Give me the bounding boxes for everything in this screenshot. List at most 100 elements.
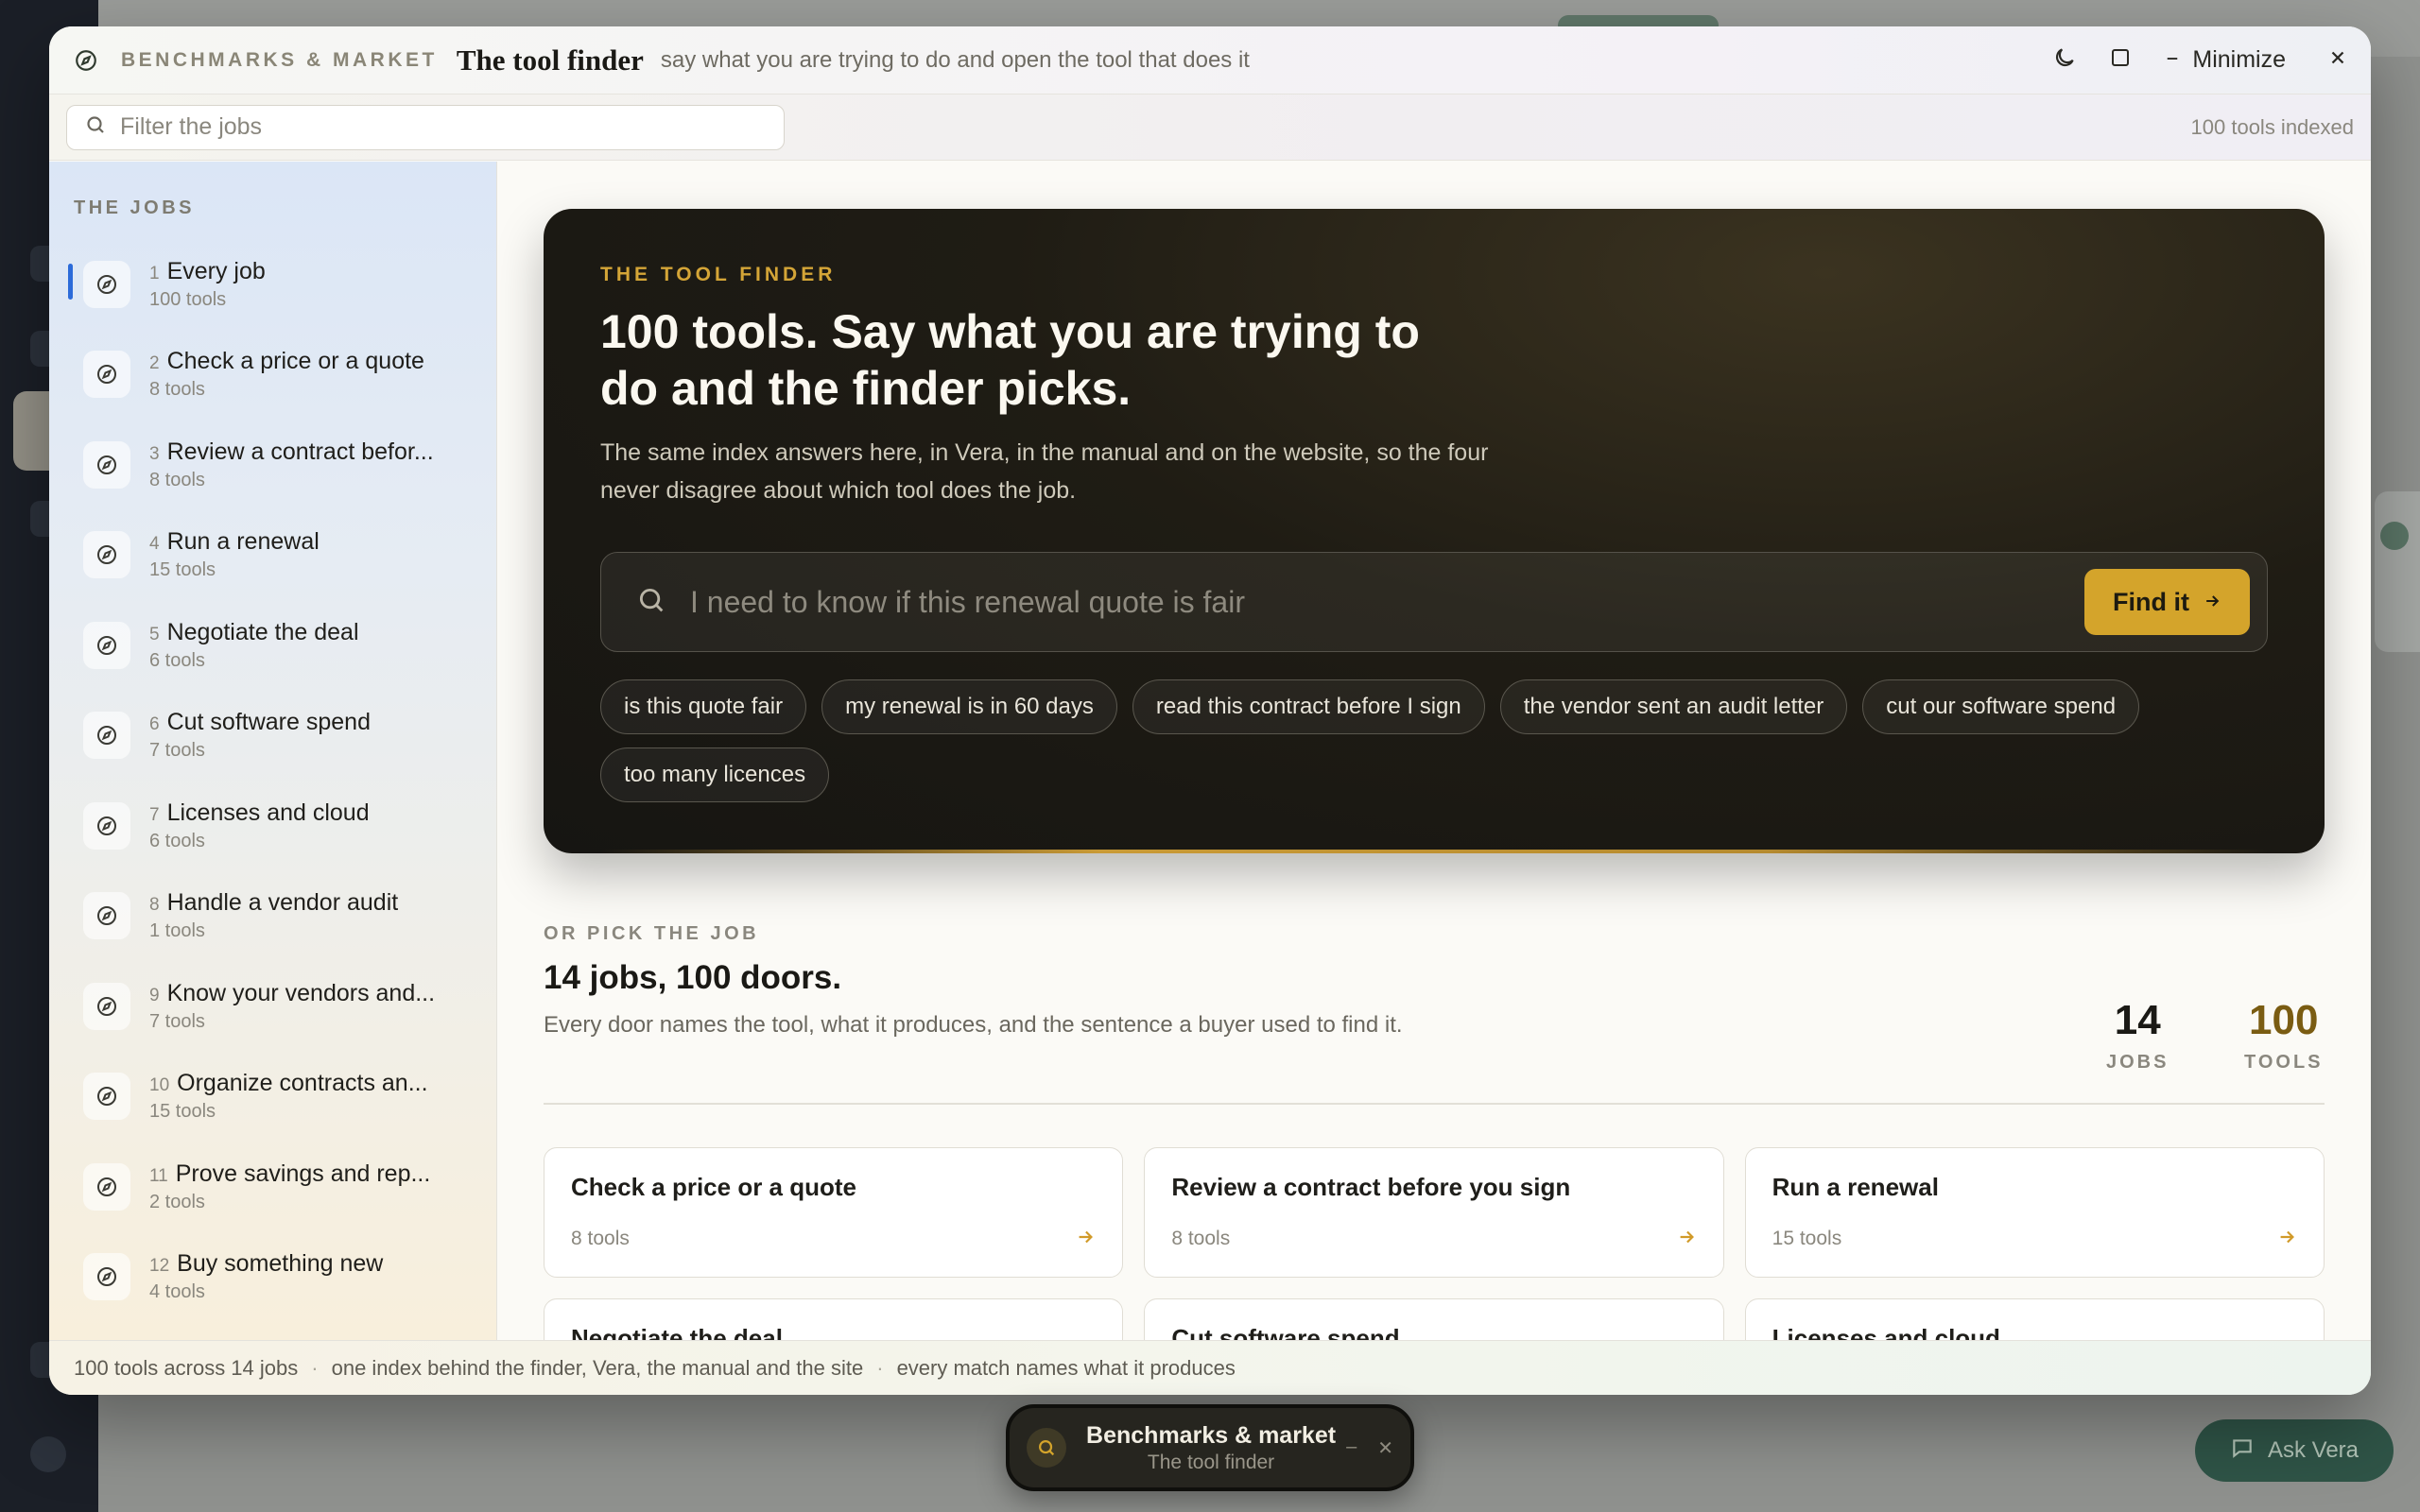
job-card-title: Check a price or a quote [571, 1173, 856, 1201]
footer-index-note: one index behind the finder, Vera, the m… [331, 1355, 864, 1380]
minimized-window-dock[interactable]: Benchmarks & market The tool finder – ✕ [1006, 1404, 1414, 1491]
sidebar-item-job[interactable]: 6 Cut software spend 7 tools [49, 691, 496, 782]
job-card[interactable]: Negotiate the deal [544, 1298, 1124, 1340]
minimize-icon[interactable]: – [1346, 1436, 1357, 1460]
sidebar-item-number: 4 [149, 534, 160, 555]
filter-jobs-input[interactable] [120, 113, 767, 141]
pick-kicker: OR PICK THE JOB [544, 923, 760, 944]
window-controls: Minimize [2052, 45, 2348, 75]
sidebar-item-count: 6 tools [149, 830, 205, 851]
sidebar-item-job[interactable]: 1 Every job 100 tools [49, 239, 496, 330]
job-card-title: Review a contract before you sign [1171, 1173, 1571, 1201]
filter-jobs-field[interactable] [66, 104, 785, 150]
dark-mode-toggle-icon[interactable] [2052, 45, 2077, 75]
sidebar-item-line: 7 Licenses and cloud [149, 799, 370, 827]
compass-icon [83, 892, 130, 940]
arrow-right-icon [1676, 1227, 1697, 1252]
compass-icon [83, 1162, 130, 1211]
ask-vera-button[interactable]: Ask Vera [2195, 1419, 2394, 1482]
sidebar-item-count: 7 tools [149, 740, 205, 762]
background-avatar [30, 1436, 66, 1472]
suggestion-chip[interactable]: cut our software spend [1862, 679, 2140, 734]
compass-icon [83, 621, 130, 669]
sidebar-item-label: Negotiate the deal [166, 618, 359, 645]
search-icon [84, 113, 107, 141]
tools-indexed-count: 100 tools indexed [2190, 114, 2354, 139]
sidebar-item-count: 100 tools [149, 288, 227, 310]
jobs-sidebar: THE JOBS 1 Every job 100 tools 2 Check a pri… [49, 162, 497, 1340]
compass-icon [83, 1073, 130, 1121]
sidebar-item-line: 1 Every job [149, 258, 266, 285]
compass-icon [83, 982, 130, 1030]
job-card-count: 8 tools [571, 1228, 630, 1249]
sidebar-item-text: 9 Know your vendors and... 7 tools [149, 980, 435, 1033]
sidebar-item-job[interactable]: 10 Organize contracts an... 15 tools [49, 1052, 496, 1143]
sidebar-item-number: 11 [149, 1165, 168, 1186]
minimize-button[interactable]: Minimize [2164, 46, 2286, 74]
footer-separator: · [311, 1355, 319, 1380]
sidebar-item-count: 1 tools [149, 920, 205, 942]
compass-icon [83, 712, 130, 760]
job-card[interactable]: Review a contract before you sign 8 tools [1144, 1147, 1724, 1278]
sidebar-item-text: 2 Check a price or a quote 8 tools [149, 348, 424, 401]
close-icon[interactable] [2327, 47, 2348, 73]
job-card-title: Negotiate the deal [571, 1324, 783, 1340]
compass-icon [83, 531, 130, 579]
sidebar-item-count: 4 tools [149, 1281, 205, 1303]
suggestion-chip[interactable]: too many licences [600, 747, 830, 802]
close-icon[interactable]: ✕ [1377, 1436, 1393, 1460]
compass-icon [83, 440, 130, 489]
suggestion-chip[interactable]: my renewal is in 60 days [821, 679, 1117, 734]
sidebar-item-job[interactable]: 2 Check a price or a quote 8 tools [49, 330, 496, 421]
sidebar-item-line: 11 Prove savings and rep... [149, 1160, 430, 1188]
sidebar-item-job[interactable]: 9 Know your vendors and... 7 tools [49, 961, 496, 1052]
sidebar-item-label: Prove savings and rep... [175, 1160, 431, 1187]
job-card[interactable]: Licenses and cloud [1744, 1298, 2325, 1340]
sidebar-item-line: 9 Know your vendors and... [149, 980, 435, 1007]
sidebar-item-job[interactable]: 13Work with your team11 tools [49, 1322, 496, 1340]
search-icon [1027, 1428, 1066, 1468]
finder-search-field[interactable]: Find it [600, 552, 2268, 652]
sidebar-item-line: 5 Negotiate the deal [149, 619, 359, 646]
sidebar-item-line: 2 Check a price or a quote [149, 348, 424, 375]
find-it-label: Find it [2113, 587, 2189, 616]
suggestion-chip[interactable]: is this quote fair [600, 679, 807, 734]
sidebar-item-label: Cut software spend [166, 709, 371, 736]
job-card[interactable]: Run a renewal 15 tools [1744, 1147, 2325, 1278]
sidebar-item-job[interactable]: 3 Review a contract befor... 8 tools [49, 420, 496, 510]
sidebar-item-job[interactable]: 7 Licenses and cloud 6 tools [49, 781, 496, 871]
arrow-right-icon [2203, 588, 2221, 617]
sidebar-item-count: 8 tools [149, 469, 205, 490]
job-card-title: Licenses and cloud [1772, 1324, 2000, 1340]
jobs-count: 14 [2114, 997, 2161, 1043]
job-card[interactable]: Cut software spend [1144, 1298, 1724, 1340]
sidebar-item-count: 8 tools [149, 379, 205, 401]
job-card-title: Run a renewal [1772, 1173, 1939, 1201]
compass-icon [72, 46, 100, 75]
sidebar-item-job[interactable]: 5 Negotiate the deal 6 tools [49, 600, 496, 691]
sidebar-item-count: 7 tools [149, 1010, 205, 1032]
suggestion-chip[interactable]: read this contract before I sign [1132, 679, 1485, 734]
finder-search-input[interactable] [690, 584, 2085, 620]
section-divider [544, 1103, 2325, 1105]
footer-match-note: every match names what it produces [896, 1355, 1236, 1380]
find-it-button[interactable]: Find it [2084, 569, 2250, 635]
jobs-list: 1 Every job 100 tools 2 Check a price or a q… [49, 239, 496, 1340]
chat-icon [2230, 1435, 2255, 1467]
hero-title: 100 tools. Say what you are trying to do… [600, 305, 1420, 415]
hero-panel: THE TOOL FINDER 100 tools. Say what you … [544, 209, 2325, 853]
maximize-icon[interactable] [2109, 46, 2132, 74]
sidebar-item-count: 15 tools [149, 1101, 216, 1123]
sidebar-item-number: 3 [149, 443, 160, 464]
job-card[interactable]: Check a price or a quote 8 tools [544, 1147, 1124, 1278]
sidebar-item-text: 6 Cut software spend 7 tools [149, 709, 371, 762]
sidebar-item-job[interactable]: 4 Run a renewal 15 tools [49, 510, 496, 601]
sidebar-item-label: Know your vendors and... [166, 979, 436, 1006]
job-card-title: Cut software spend [1171, 1324, 1400, 1340]
sidebar-item-count: 6 tools [149, 649, 205, 671]
sidebar-item-job[interactable]: 8 Handle a vendor audit 1 tools [49, 871, 496, 962]
sidebar-item-job[interactable]: 12 Buy something new 4 tools [49, 1232, 496, 1323]
suggestion-chip[interactable]: the vendor sent an audit letter [1499, 679, 1848, 734]
sidebar-item-job[interactable]: 11 Prove savings and rep... 2 tools [49, 1142, 496, 1232]
sidebar-item-label: Every job [166, 257, 266, 284]
